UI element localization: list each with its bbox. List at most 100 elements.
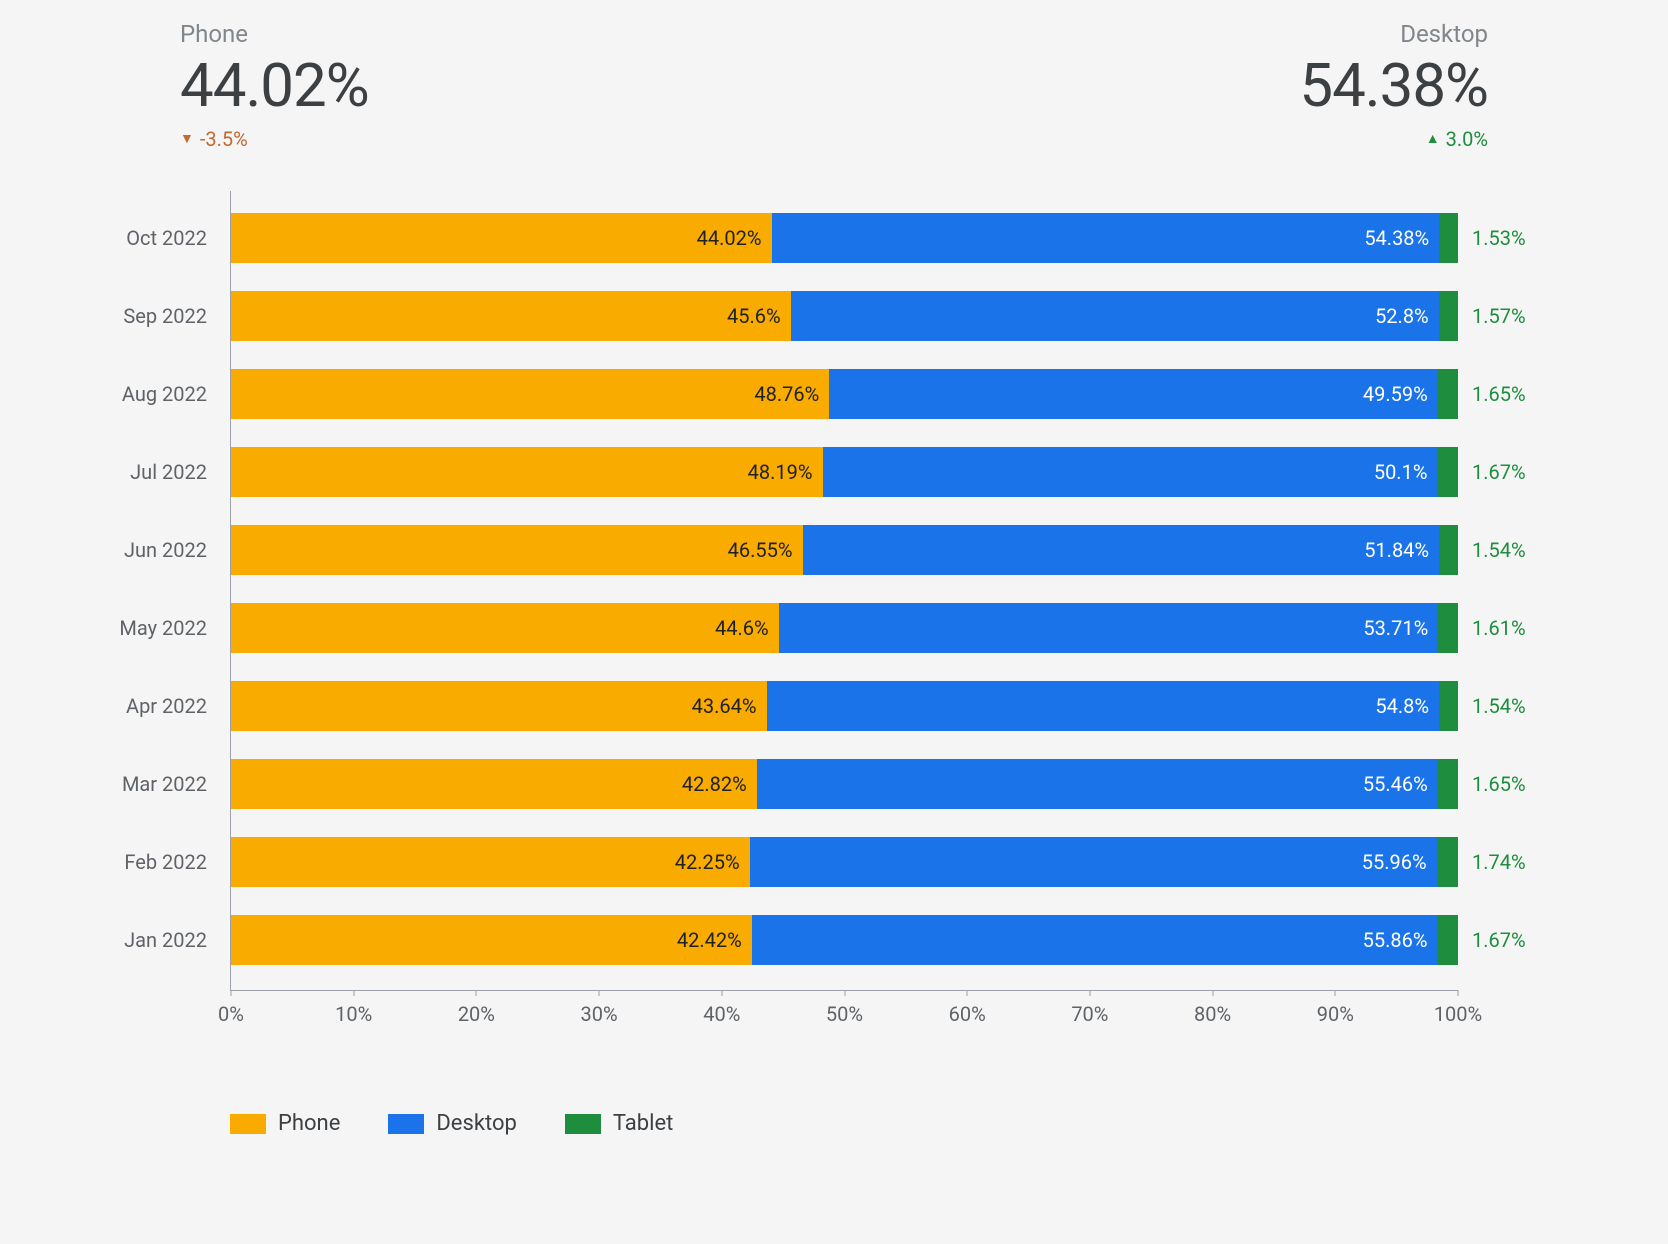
arrow-up-icon: ▲ <box>1426 132 1440 146</box>
bar-value-tablet: 1.54% <box>1472 694 1526 718</box>
bar-segment-tablet <box>1439 213 1458 263</box>
bar-segment-tablet <box>1438 369 1458 419</box>
bar-value-phone: 46.55% <box>728 538 793 562</box>
bar-segment-desktop: 55.86% <box>752 915 1438 965</box>
chart: 0%10%20%30%40%50%60%70%80%90%100%Oct 202… <box>180 191 1528 1051</box>
bar-row: Sep 202245.6%52.8%1.57% <box>231 291 1458 341</box>
bar-segment-phone: 48.76% <box>231 369 829 419</box>
bar-value-tablet: 1.65% <box>1472 382 1526 406</box>
bar-value-desktop: 54.38% <box>1364 226 1429 250</box>
x-tick-label: 30% <box>581 1002 618 1026</box>
legend-item-desktop: Desktop <box>388 1111 517 1136</box>
x-tick-mark <box>1212 990 1213 996</box>
metric-phone-delta: ▼ -3.5% <box>180 127 369 151</box>
bar-row: Apr 202243.64%54.8%1.54% <box>231 681 1458 731</box>
bar-segment-desktop: 55.96% <box>750 837 1437 887</box>
metric-desktop-delta: ▲ 3.0% <box>1426 127 1488 151</box>
arrow-down-icon: ▼ <box>180 132 194 146</box>
bar-segment-tablet <box>1438 603 1458 653</box>
legend-item-tablet: Tablet <box>565 1111 673 1136</box>
bar-segment-tablet <box>1438 759 1458 809</box>
bar-row: Jan 202242.42%55.86%1.67% <box>231 915 1458 965</box>
metric-phone-label: Phone <box>180 20 369 48</box>
y-category-label: May 2022 <box>119 616 207 640</box>
bar-segment-phone: 42.82% <box>231 759 757 809</box>
bar-value-phone: 42.82% <box>682 772 747 796</box>
bar-value-desktop: 55.96% <box>1362 850 1427 874</box>
legend-item-phone: Phone <box>230 1111 340 1136</box>
legend-label-phone: Phone <box>278 1111 340 1136</box>
bar-segment-tablet <box>1439 681 1458 731</box>
x-tick-mark <box>844 990 845 996</box>
bar-segment-phone: 44.02% <box>231 213 772 263</box>
bar-value-desktop: 51.84% <box>1364 538 1429 562</box>
bar-segment-tablet <box>1437 447 1457 497</box>
bar-value-desktop: 52.8% <box>1375 304 1429 328</box>
bar-segment-phone: 46.55% <box>231 525 803 575</box>
bar-value-phone: 44.02% <box>697 226 762 250</box>
bar-segment-desktop: 53.71% <box>779 603 1439 653</box>
bar-row: Feb 202242.25%55.96%1.74% <box>231 837 1458 887</box>
bar-segment-tablet <box>1437 837 1458 887</box>
legend: Phone Desktop Tablet <box>230 1111 1628 1136</box>
y-category-label: Sep 2022 <box>123 304 207 328</box>
bar-row: Aug 202248.76%49.59%1.65% <box>231 369 1458 419</box>
x-tick-label: 50% <box>826 1002 863 1026</box>
bar-segment-phone: 42.42% <box>231 915 752 965</box>
bar-value-phone: 43.64% <box>692 694 757 718</box>
bar-value-phone: 45.6% <box>727 304 781 328</box>
bar-segment-phone: 43.64% <box>231 681 767 731</box>
bar-row: Jul 202248.19%50.1%1.67% <box>231 447 1458 497</box>
x-tick-mark <box>599 990 600 996</box>
bar-value-desktop: 50.1% <box>1374 460 1428 484</box>
bar-segment-desktop: 55.46% <box>757 759 1438 809</box>
x-tick-label: 80% <box>1194 1002 1231 1026</box>
legend-swatch-tablet <box>565 1114 601 1134</box>
y-category-label: Apr 2022 <box>126 694 207 718</box>
bar-segment-tablet <box>1439 525 1458 575</box>
x-tick-label: 60% <box>949 1002 986 1026</box>
bar-segment-tablet <box>1439 291 1458 341</box>
y-category-label: Feb 2022 <box>124 850 207 874</box>
legend-swatch-desktop <box>388 1114 424 1134</box>
bar-segment-desktop: 49.59% <box>829 369 1437 419</box>
y-category-label: Jan 2022 <box>124 928 207 952</box>
bar-value-desktop: 53.71% <box>1363 616 1428 640</box>
bar-value-phone: 48.76% <box>754 382 819 406</box>
legend-label-desktop: Desktop <box>436 1111 517 1136</box>
bar-segment-tablet <box>1437 915 1458 965</box>
x-tick-mark <box>1458 990 1459 996</box>
chart-plot: 0%10%20%30%40%50%60%70%80%90%100%Oct 202… <box>230 191 1458 991</box>
bar-row: Jun 202246.55%51.84%1.54% <box>231 525 1458 575</box>
x-tick-mark <box>476 990 477 996</box>
bar-value-tablet: 1.54% <box>1472 538 1526 562</box>
bar-row: Mar 202242.82%55.46%1.65% <box>231 759 1458 809</box>
bar-value-tablet: 1.67% <box>1472 460 1526 484</box>
x-tick-mark <box>721 990 722 996</box>
x-tick-label: 40% <box>703 1002 740 1026</box>
bar-row: Oct 202244.02%54.38%1.53% <box>231 213 1458 263</box>
bar-value-desktop: 49.59% <box>1363 382 1428 406</box>
bar-value-tablet: 1.53% <box>1472 226 1526 250</box>
bar-segment-phone: 42.25% <box>231 837 750 887</box>
legend-label-tablet: Tablet <box>613 1111 673 1136</box>
bar-value-desktop: 54.8% <box>1375 694 1429 718</box>
bar-row: May 202244.6%53.71%1.61% <box>231 603 1458 653</box>
metric-phone-value: 44.02% <box>180 54 369 117</box>
x-tick-mark <box>231 990 232 996</box>
bar-value-tablet: 1.57% <box>1472 304 1526 328</box>
bar-value-tablet: 1.74% <box>1472 850 1526 874</box>
bar-segment-desktop: 54.38% <box>772 213 1440 263</box>
x-tick-label: 90% <box>1317 1002 1354 1026</box>
metric-desktop-label: Desktop <box>1400 20 1488 48</box>
bar-value-phone: 42.25% <box>675 850 740 874</box>
metric-desktop: Desktop 54.38% ▲ 3.0% <box>1299 20 1488 151</box>
bar-value-tablet: 1.65% <box>1472 772 1526 796</box>
x-tick-label: 10% <box>335 1002 372 1026</box>
bar-value-tablet: 1.61% <box>1472 616 1526 640</box>
bar-segment-desktop: 54.8% <box>767 681 1440 731</box>
legend-swatch-phone <box>230 1114 266 1134</box>
bar-segment-phone: 45.6% <box>231 291 791 341</box>
y-category-label: Jun 2022 <box>124 538 207 562</box>
bar-segment-desktop: 50.1% <box>823 447 1438 497</box>
